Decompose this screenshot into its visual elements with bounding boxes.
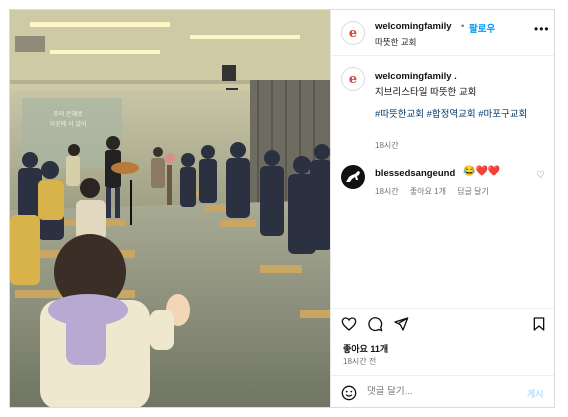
caption-time: 18시간 <box>375 141 399 150</box>
avatar-logo: e <box>348 71 358 87</box>
username-link[interactable]: welcomingfamily <box>375 21 452 32</box>
post-timestamp: 18시간 전 <box>343 357 377 366</box>
likes-count[interactable]: 좋아요 11개 <box>343 342 388 355</box>
church-illustration: 주의 은혜로 이곳에 서 있어 <box>10 10 330 407</box>
emoji-smile-icon[interactable] <box>341 385 357 401</box>
location-link[interactable]: 따뜻한 교회 <box>375 36 416 48</box>
bookmark-icon[interactable] <box>531 316 547 332</box>
heart-icon[interactable] <box>341 316 357 332</box>
comment-icon[interactable] <box>367 316 383 332</box>
follow-button[interactable]: 팔로우 <box>469 21 495 35</box>
action-bar <box>331 308 554 334</box>
caption-avatar[interactable]: e <box>341 67 365 91</box>
wall-text-line1: 주의 은혜로 <box>53 110 83 118</box>
comment-text: 😂❤️❤️ <box>463 166 501 177</box>
share-icon[interactable] <box>393 316 409 332</box>
caption-hashtags[interactable]: #따뜻한교회 #합정역교회 #마포구교회 <box>375 108 551 121</box>
more-options-icon[interactable]: ••• <box>534 22 550 36</box>
comment-like-heart-icon[interactable]: ♡ <box>536 170 545 181</box>
comment-composer: 게시 <box>331 375 554 407</box>
post-sidebar: e welcomingfamily • 팔로우 따뜻한 교회 ••• e wel… <box>330 10 554 407</box>
caption-text: 지브리스타일 따뜻한 교회 <box>375 87 477 98</box>
caption-username[interactable]: welcomingfamily . <box>375 71 457 82</box>
post-image[interactable]: 주의 은혜로 이곳에 서 있어 <box>10 10 330 407</box>
separator-dot: • <box>461 21 465 32</box>
comment-input[interactable] <box>367 386 507 397</box>
wall-text-line2: 이곳에 서 있어 <box>50 120 87 128</box>
comment-likes[interactable]: 좋아요 1개 <box>410 187 446 196</box>
horse-silhouette-icon <box>346 171 360 182</box>
post-comment-button[interactable]: 게시 <box>527 387 544 400</box>
commenter-avatar[interactable] <box>341 165 365 189</box>
reply-button[interactable]: 답글 달기 <box>457 187 489 196</box>
commenter-username[interactable]: blessedsangeund <box>375 168 455 179</box>
comment-meta: 18시간 좋아요 1개 답글 달기 <box>375 186 498 197</box>
profile-avatar[interactable]: e <box>341 21 365 45</box>
avatar-logo: e <box>348 25 358 41</box>
comment-time: 18시간 <box>375 187 399 196</box>
instagram-post: 주의 은혜로 이곳에 서 있어 e welcomingfamily • 팔로우 … <box>9 9 555 408</box>
comment-item: blessedsangeund 😂❤️❤️ ♡ 18시간 좋아요 1개 답글 달… <box>331 160 554 200</box>
post-header: e welcomingfamily • 팔로우 따뜻한 교회 ••• <box>331 10 554 56</box>
